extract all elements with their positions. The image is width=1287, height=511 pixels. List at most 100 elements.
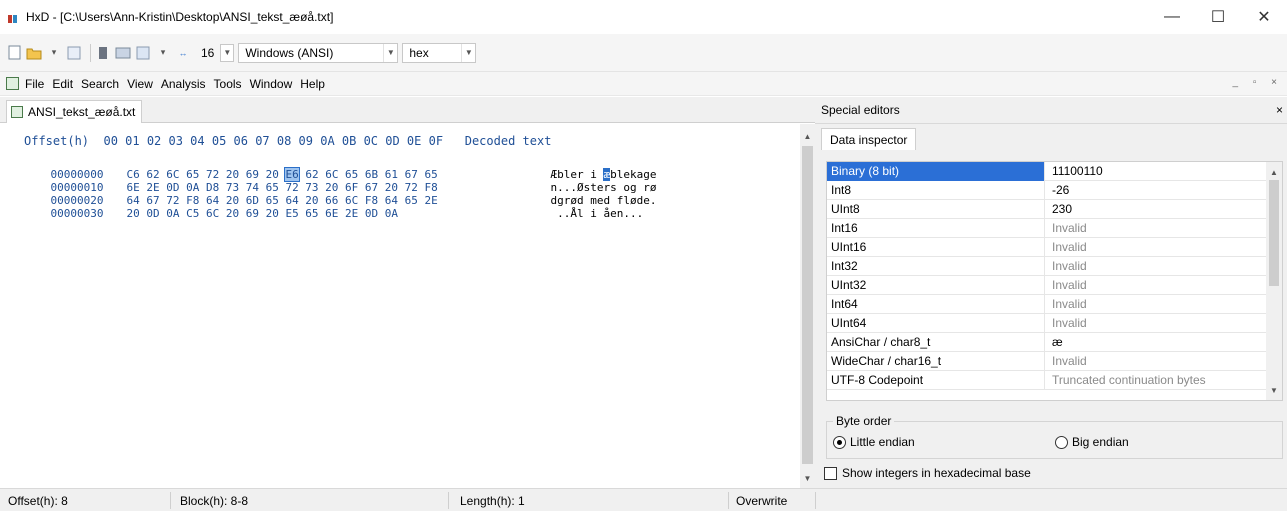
inspector-value[interactable]: Invalid <box>1045 221 1087 235</box>
ram-icon[interactable] <box>135 45 151 61</box>
inspector-row[interactable]: Int64 Invalid <box>827 294 1267 314</box>
menu-tools[interactable]: Tools <box>214 77 242 91</box>
inspector-scrollbar[interactable]: ▲ ▼ <box>1266 162 1282 400</box>
menu-analysis[interactable]: Analysis <box>161 77 206 91</box>
inspector-row[interactable]: UInt32 Invalid <box>827 275 1267 295</box>
minimize-button[interactable]: — <box>1149 0 1195 34</box>
status-length: Length(h): 1 <box>460 494 525 508</box>
offset-base-combo[interactable]: hex ▼ <box>402 42 477 63</box>
inspector-value[interactable]: Invalid <box>1045 316 1087 330</box>
open-file-icon[interactable] <box>26 45 42 61</box>
scrollbar-thumb[interactable] <box>802 146 813 464</box>
document-tab-label: ANSI_tekst_æøå.txt <box>28 105 136 119</box>
big-endian-radio[interactable]: Big endian <box>1055 435 1129 449</box>
inspector-type: UTF-8 Codepoint <box>827 370 1045 390</box>
little-endian-label: Little endian <box>850 435 915 449</box>
encoding-value: Windows (ANSI) <box>245 45 334 60</box>
status-mode: Overwrite <box>736 494 788 508</box>
little-endian-radio[interactable]: Little endian <box>833 435 915 449</box>
inspector-row[interactable]: UTF-8 Codepoint Truncated continuation b… <box>827 370 1267 390</box>
document-tab[interactable]: ANSI_tekst_æøå.txt <box>6 100 143 123</box>
special-editors-title: Special editors <box>821 103 900 117</box>
new-file-icon[interactable] <box>6 45 22 61</box>
menu-search[interactable]: Search <box>81 77 119 91</box>
close-file-icon[interactable] <box>95 45 111 61</box>
scrollbar-thumb[interactable] <box>1269 180 1279 286</box>
inspector-value[interactable]: Invalid <box>1045 240 1087 254</box>
inspector-row[interactable]: AnsiChar / char8_t æ <box>827 332 1267 352</box>
inspector-type: UInt16 <box>827 237 1045 257</box>
decoded-text-header: Decoded text <box>464 134 552 148</box>
inspector-value[interactable]: Invalid <box>1045 297 1087 311</box>
status-offset: Offset(h): 8 <box>8 494 68 508</box>
inspector-type: Int16 <box>827 218 1045 238</box>
inspector-value[interactable]: Truncated continuation bytes <box>1045 373 1206 387</box>
document-tab-bar: ANSI_tekst_æøå.txt <box>0 97 815 123</box>
scroll-down-icon[interactable]: ▼ <box>800 470 815 486</box>
inspector-row[interactable]: Int32 Invalid <box>827 256 1267 276</box>
disk-icon[interactable] <box>115 45 131 61</box>
menu-edit[interactable]: Edit <box>52 77 73 91</box>
row-offset: 00000030 <box>50 207 104 220</box>
open-dropdown-icon[interactable]: ▾ <box>46 45 62 61</box>
inspector-value[interactable]: 11100110 <box>1045 164 1103 178</box>
status-separator <box>728 492 729 509</box>
inspector-value[interactable]: 230 <box>1045 202 1072 216</box>
close-icon[interactable]: × <box>1276 103 1283 117</box>
radio-icon[interactable] <box>1055 435 1068 449</box>
close-button[interactable]: ✕ <box>1241 0 1287 34</box>
scroll-down-icon[interactable]: ▼ <box>1266 382 1282 398</box>
inspector-row[interactable]: UInt16 Invalid <box>827 237 1267 257</box>
radio-selected-icon[interactable] <box>833 435 846 449</box>
mdi-window-controls[interactable]: _ ▫ × <box>1232 77 1283 88</box>
offset-header: Offset(h) <box>24 134 90 148</box>
scroll-up-icon[interactable]: ▲ <box>1266 164 1282 180</box>
chevron-down-icon[interactable]: ▼ <box>383 43 397 62</box>
inspector-value[interactable]: æ <box>1045 335 1063 349</box>
inspector-type: Int32 <box>827 256 1045 276</box>
inspector-row[interactable]: UInt8 230 <box>827 199 1267 219</box>
row-bytes[interactable]: 20 0D 0A C5 6C 20 69 20 E5 65 6E 2E 0D 0… <box>127 207 551 220</box>
hex-editor[interactable]: Offset(h) 00 01 02 03 04 05 06 07 08 09 … <box>0 124 800 488</box>
document-icon[interactable] <box>6 77 19 90</box>
inspector-value[interactable]: Invalid <box>1045 278 1087 292</box>
hex-vertical-scrollbar[interactable]: ▲ ▼ <box>800 124 815 488</box>
ram-dropdown-icon[interactable]: ▾ <box>155 45 171 61</box>
menu-bar: File Edit Search View Analysis Tools Win… <box>0 72 1287 96</box>
scroll-up-icon[interactable]: ▲ <box>800 128 815 144</box>
data-inspector-table[interactable]: Binary (8 bit) 11100110 Int8 -26 UInt8 2… <box>826 161 1283 401</box>
bytes-per-row-combo[interactable]: 16 ▼ <box>195 43 235 63</box>
inspector-value[interactable]: Invalid <box>1045 259 1087 273</box>
offset-base-value: hex <box>409 45 429 60</box>
inspector-value[interactable]: Invalid <box>1045 354 1087 368</box>
menu-view[interactable]: View <box>127 77 153 91</box>
maximize-button[interactable]: ☐ <box>1195 0 1241 34</box>
toolbar-separator <box>90 43 91 62</box>
hex-row[interactable]: 00000030 20 0D 0A C5 6C 20 69 20 E5 65 6E… <box>24 194 644 220</box>
hex-integers-checkbox[interactable]: Show integers in hexadecimal base <box>824 466 1031 480</box>
hex-row[interactable]: 00000010 6E 2E 0D 0A D8 73 74 65 72 73 20… <box>24 168 657 194</box>
save-icon[interactable] <box>66 45 82 61</box>
menu-window[interactable]: Window <box>250 77 293 91</box>
inspector-value[interactable]: -26 <box>1045 183 1069 197</box>
menu-help[interactable]: Help <box>300 77 325 91</box>
row-decoded-text[interactable]: ..Ål i åen... <box>551 207 643 220</box>
chevron-down-icon[interactable]: ▼ <box>220 43 235 62</box>
inspector-row[interactable]: UInt64 Invalid <box>827 313 1267 333</box>
inspector-type: AnsiChar / char8_t <box>827 332 1045 352</box>
document-icon <box>11 106 23 118</box>
hex-row[interactable]: 00000000 C6 62 6C 65 72 20 69 20 E6 62 6C… <box>24 155 656 182</box>
inspector-row[interactable]: Binary (8 bit) 11100110 <box>827 161 1267 181</box>
tab-data-inspector[interactable]: Data inspector <box>821 128 917 150</box>
chevron-down-icon[interactable]: ▼ <box>461 43 475 62</box>
inspector-row[interactable]: Int16 Invalid <box>827 218 1267 238</box>
encoding-combo[interactable]: Windows (ANSI) ▼ <box>238 42 399 63</box>
inspector-type: WideChar / char16_t <box>827 351 1045 371</box>
menu-file[interactable]: File <box>25 77 44 91</box>
inspector-row[interactable]: WideChar / char16_t Invalid <box>827 351 1267 371</box>
status-separator <box>448 492 449 509</box>
inspector-row[interactable]: Int8 -26 <box>827 180 1267 200</box>
status-separator <box>815 492 816 509</box>
checkbox-icon[interactable] <box>824 466 837 480</box>
hex-row[interactable]: 00000020 64 67 72 F8 64 20 6D 65 64 20 66… <box>24 181 657 207</box>
